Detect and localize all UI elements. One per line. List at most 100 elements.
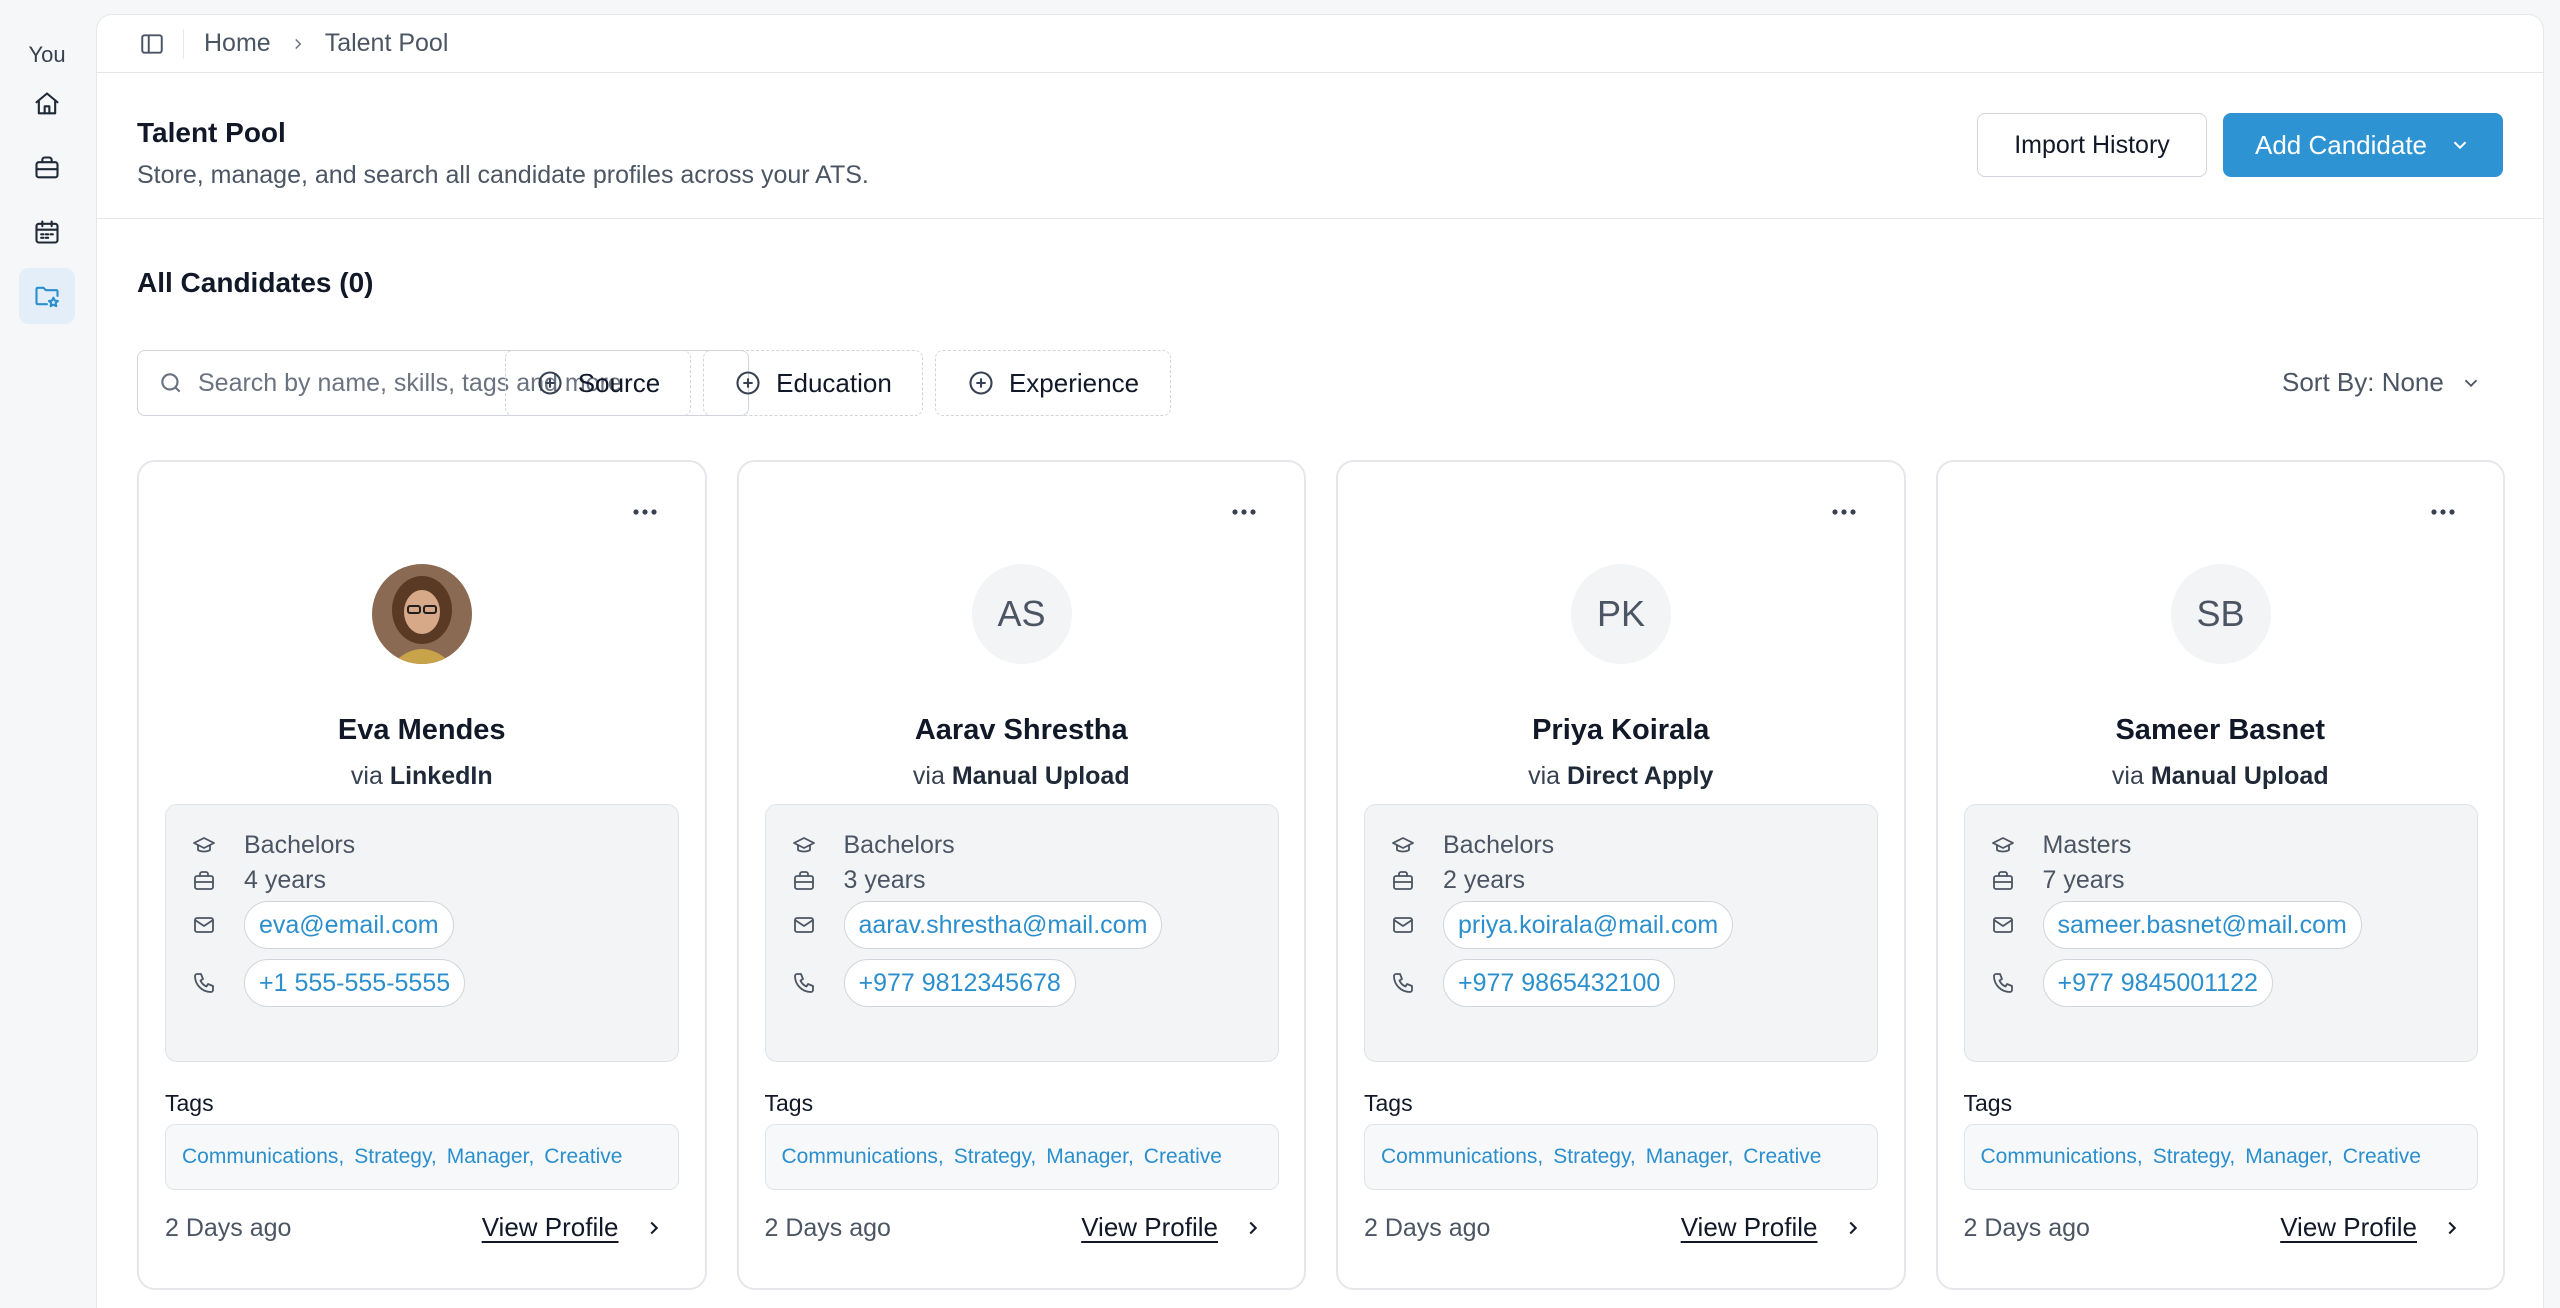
- nav-jobs[interactable]: [19, 140, 75, 196]
- sort-dropdown[interactable]: Sort By: None: [2282, 367, 2482, 398]
- added-time: 2 Days ago: [1963, 1214, 2090, 1242]
- chevron-right-icon: [1849, 1221, 1857, 1234]
- tag[interactable]: Manager,: [2245, 1145, 2333, 1169]
- breadcrumb-separator: [289, 35, 307, 53]
- source-value: Manual Upload: [951, 762, 1130, 790]
- chevron-down-icon: [2464, 379, 2478, 387]
- tags-list: Communications, Strategy, Manager, Creat…: [1963, 1124, 2478, 1190]
- view-profile-link[interactable]: View Profile: [482, 1212, 665, 1243]
- more-horizontal-icon: [2431, 509, 2455, 515]
- tag[interactable]: Strategy,: [1553, 1145, 1635, 1169]
- sidebar-toggle-button[interactable]: [137, 29, 167, 59]
- tags-list: Communications, Strategy, Manager, Creat…: [764, 1124, 1279, 1190]
- tags-label: Tags: [165, 1090, 214, 1116]
- mail-icon: [793, 917, 814, 933]
- phone-link[interactable]: +977 9865432100: [1443, 959, 1676, 1007]
- tag[interactable]: Creative: [544, 1145, 622, 1169]
- chevron-down-icon: [2453, 141, 2467, 150]
- phone-link[interactable]: +977 9812345678: [843, 959, 1076, 1007]
- filter-education-button[interactable]: Education: [703, 350, 923, 416]
- avatar-initials: SB: [2170, 564, 2271, 664]
- import-history-label: Import History: [2014, 130, 2170, 159]
- tag[interactable]: Manager,: [1046, 1145, 1134, 1169]
- candidate-card[interactable]: SB Sameer Basnet via Manual Upload Maste…: [1935, 460, 2505, 1290]
- tags-label: Tags: [1364, 1090, 1413, 1116]
- add-candidate-button[interactable]: Add Candidate: [2223, 113, 2503, 177]
- candidate-card[interactable]: Eva Mendes via LinkedIn Bachelors 4 year…: [137, 460, 707, 1290]
- email-link[interactable]: aarav.shrestha@mail.com: [843, 901, 1163, 949]
- mail-icon: [1393, 917, 1413, 933]
- plus-circle-icon: [736, 371, 760, 395]
- view-profile-link[interactable]: View Profile: [1681, 1212, 1864, 1243]
- main-panel: Home Talent Pool Talent Pool Store, mana…: [96, 14, 2544, 1308]
- tag[interactable]: Strategy,: [354, 1145, 436, 1169]
- tag[interactable]: Manager,: [1646, 1145, 1734, 1169]
- candidate-grid: Eva Mendes via LinkedIn Bachelors 4 year…: [137, 460, 2505, 1290]
- via-prefix: via: [1528, 762, 1561, 790]
- filter-source-button[interactable]: Source: [505, 350, 691, 416]
- filter-experience-button[interactable]: Experience: [935, 350, 1171, 416]
- source-value: LinkedIn: [389, 762, 493, 790]
- phone-link[interactable]: +1 555-555-5555: [244, 959, 466, 1007]
- more-horizontal-icon: [1831, 509, 1856, 515]
- card-menu-button[interactable]: [629, 502, 661, 522]
- tags-list: Communications, Strategy, Manager, Creat…: [165, 1124, 679, 1190]
- candidate-name: Priya Koirala: [1532, 714, 1710, 746]
- experience-value: 7 years: [2042, 866, 2125, 894]
- education-value: Masters: [2042, 831, 2132, 859]
- topbar: Home Talent Pool: [97, 15, 2543, 73]
- nav-talent-pool[interactable]: [19, 268, 75, 324]
- tag[interactable]: Communications,: [782, 1145, 944, 1169]
- email-row: priya.koirala@mail.com: [1391, 901, 1734, 949]
- card-menu-button[interactable]: [2427, 502, 2459, 522]
- email-link[interactable]: eva@email.com: [244, 901, 454, 949]
- candidate-card[interactable]: AS Aarav Shrestha via Manual Upload Bach…: [736, 460, 1306, 1290]
- folder-star-icon: [35, 286, 59, 308]
- tag[interactable]: Strategy,: [2153, 1145, 2235, 1169]
- tags-list: Communications, Strategy, Manager, Creat…: [1364, 1124, 1878, 1190]
- plus-circle-icon: [969, 371, 993, 395]
- tag[interactable]: Creative: [1144, 1145, 1222, 1169]
- phone-icon: [1992, 973, 2013, 993]
- experience-value: 2 years: [1443, 866, 1525, 894]
- email-row: sameer.basnet@mail.com: [1991, 901, 2362, 949]
- source-value: Manual Upload: [2150, 762, 2329, 790]
- experience-row: 3 years: [792, 866, 925, 895]
- chevron-right-icon: [2448, 1221, 2457, 1234]
- breadcrumb-home[interactable]: Home: [204, 29, 271, 58]
- phone-row: +977 9812345678: [792, 959, 1076, 1007]
- sort-label: Sort By: None: [2282, 367, 2444, 397]
- avatar-photo: [372, 564, 472, 664]
- view-profile-link[interactable]: View Profile: [1081, 1212, 1264, 1243]
- email-link[interactable]: priya.koirala@mail.com: [1443, 901, 1734, 949]
- tag[interactable]: Creative: [2343, 1145, 2421, 1169]
- graduation-cap-icon: [193, 836, 215, 852]
- nav-home[interactable]: [19, 76, 75, 132]
- phone-link[interactable]: +977 9845001122: [2042, 959, 2273, 1007]
- chevron-right-icon: [1249, 1221, 1258, 1234]
- experience-row: 7 years: [1991, 866, 2125, 895]
- card-menu-button[interactable]: [1828, 502, 1860, 522]
- card-menu-button[interactable]: [1228, 502, 1260, 522]
- tag[interactable]: Communications,: [182, 1145, 344, 1169]
- phone-row: +977 9865432100: [1391, 959, 1676, 1007]
- import-history-button[interactable]: Import History: [1977, 113, 2207, 177]
- source-value: Direct Apply: [1567, 762, 1714, 790]
- plus-circle-icon: [538, 371, 562, 395]
- email-link[interactable]: sameer.basnet@mail.com: [2042, 901, 2362, 949]
- candidate-name: Aarav Shrestha: [914, 714, 1128, 746]
- view-profile-link[interactable]: View Profile: [2280, 1212, 2463, 1243]
- experience-row: 4 years: [192, 866, 326, 895]
- tag[interactable]: Communications,: [1381, 1145, 1543, 1169]
- tag[interactable]: Creative: [1743, 1145, 1821, 1169]
- tag[interactable]: Strategy,: [954, 1145, 1036, 1169]
- more-horizontal-icon: [632, 509, 657, 515]
- tag[interactable]: Manager,: [447, 1145, 535, 1169]
- view-profile-label: View Profile: [481, 1212, 619, 1242]
- tag[interactable]: Communications,: [1981, 1145, 2143, 1169]
- add-candidate-label: Add Candidate: [2254, 129, 2428, 160]
- user-label[interactable]: You: [28, 42, 65, 68]
- nav-calendar[interactable]: [19, 204, 75, 260]
- graduation-cap-icon: [792, 836, 815, 852]
- candidate-card[interactable]: PK Priya Koirala via Direct Apply Bachel…: [1336, 460, 1906, 1290]
